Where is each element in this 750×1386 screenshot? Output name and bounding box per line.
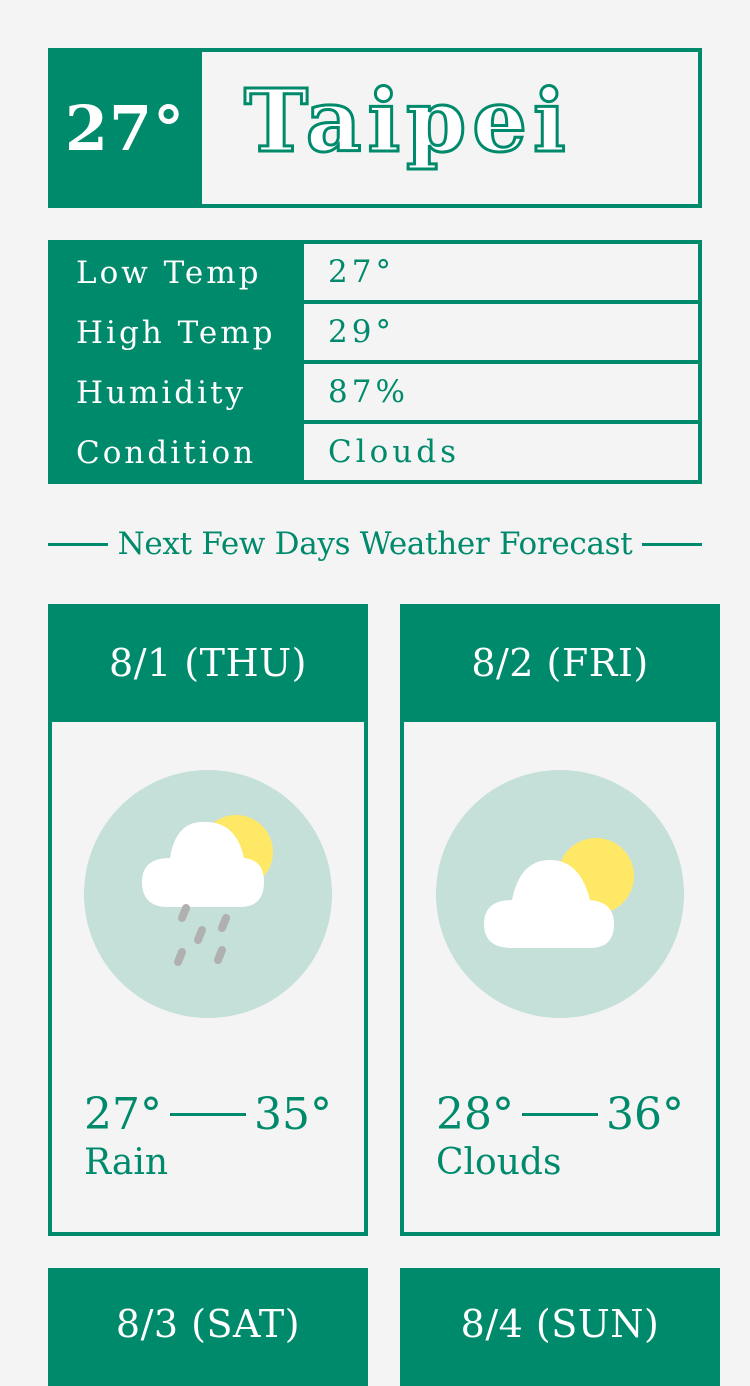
detail-value: Clouds	[304, 424, 698, 480]
forecast-card-day-2[interactable]: 8/2 (FRI) 28° 36° Clouds	[400, 604, 720, 1236]
forecast-title: Next Few Days Weather Forecast	[117, 526, 633, 562]
high-temp: 35°	[254, 1088, 332, 1140]
low-temp: 28°	[436, 1088, 514, 1140]
forecast-date: 8/1 (THU)	[48, 604, 368, 722]
temp-range: 27° 35°	[84, 1086, 332, 1142]
detail-value: 27°	[304, 244, 698, 300]
forecast-card-day-4[interactable]: 8/4 (SUN)	[400, 1268, 720, 1386]
forecast-condition: Rain	[84, 1142, 169, 1183]
forecast-date: 8/3 (SAT)	[48, 1268, 368, 1386]
detail-row-condition: Condition Clouds	[52, 424, 698, 484]
detail-label: Condition	[76, 435, 257, 471]
forecast-card-day-1[interactable]: 8/1 (THU) 27° 35° Rain	[48, 604, 368, 1236]
title-rule-right	[642, 542, 703, 546]
detail-label: High Temp	[76, 315, 276, 351]
detail-value: 87%	[304, 364, 698, 420]
detail-row-high-temp: High Temp 29°	[52, 304, 698, 364]
high-temp: 36°	[606, 1088, 684, 1140]
city-name: Taipei	[243, 69, 572, 173]
detail-label: Low Temp	[76, 255, 262, 291]
forecast-date: 8/4 (SUN)	[400, 1268, 720, 1386]
range-line	[170, 1112, 246, 1116]
rain-cloud-sun-icon	[84, 770, 332, 1018]
current-weather-header: 27° Taipei	[48, 48, 702, 208]
forecast-condition: Clouds	[436, 1142, 562, 1183]
title-rule-left	[48, 542, 108, 546]
low-temp: 27°	[84, 1088, 162, 1140]
forecast-card-day-3[interactable]: 8/3 (SAT)	[48, 1268, 368, 1386]
detail-row-humidity: Humidity 87%	[52, 364, 698, 424]
current-temp: 27°	[48, 48, 202, 208]
weather-details-table: Low Temp 27° High Temp 29° Humidity 87% …	[48, 240, 702, 484]
temp-range: 28° 36°	[436, 1086, 684, 1142]
detail-label: Humidity	[76, 375, 247, 411]
forecast-section-title: Next Few Days Weather Forecast	[48, 520, 703, 568]
range-line	[522, 1112, 598, 1116]
detail-row-low-temp: Low Temp 27°	[52, 244, 698, 304]
cloud-sun-icon	[436, 770, 684, 1018]
detail-value: 29°	[304, 304, 698, 360]
forecast-date: 8/2 (FRI)	[400, 604, 720, 722]
